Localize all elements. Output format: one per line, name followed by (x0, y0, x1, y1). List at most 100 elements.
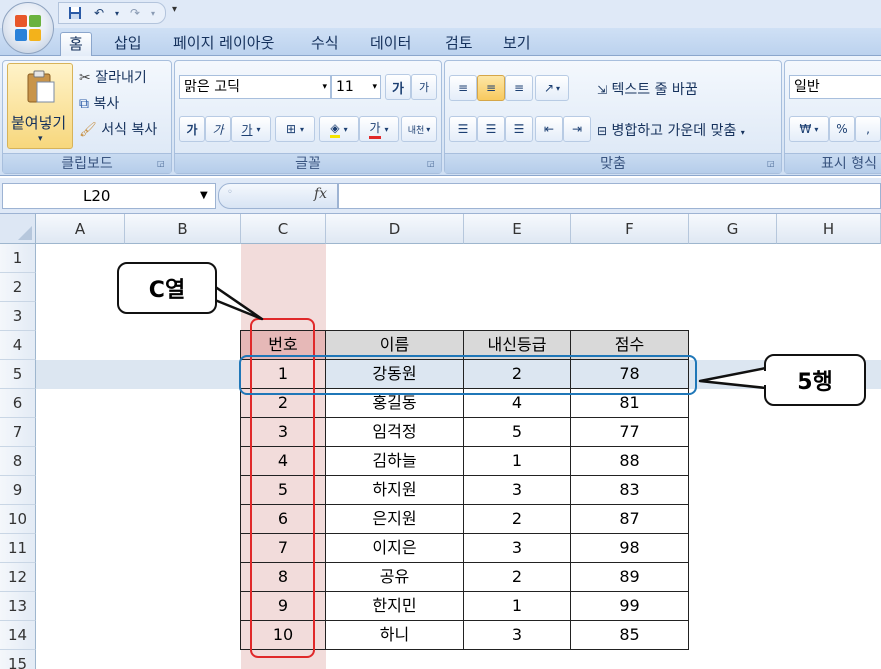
column-header-c[interactable]: C (241, 214, 326, 244)
undo-icon[interactable]: ↶ (89, 4, 109, 22)
redo-icon[interactable]: ↷ (125, 4, 145, 22)
grow-font-button[interactable]: 가 (385, 74, 411, 100)
table-cell-name[interactable]: 이지은 (326, 534, 464, 563)
align-left-button[interactable]: ☰ (449, 116, 477, 142)
tab-formulas[interactable]: 수식 (303, 32, 347, 56)
table-cell-score[interactable]: 85 (571, 621, 689, 650)
resize-handle-icon[interactable]: ◦ (227, 187, 233, 198)
format-painter-button[interactable]: 🖌 서식 복사 (79, 119, 157, 139)
row-header-10[interactable]: 10 (0, 505, 36, 534)
save-icon[interactable] (65, 4, 85, 22)
office-button[interactable] (2, 2, 54, 54)
italic-button[interactable]: 가 (205, 116, 231, 142)
font-color-button[interactable]: 가 ▾ (359, 116, 399, 142)
table-cell-grade[interactable]: 1 (464, 592, 571, 621)
tab-home[interactable]: 홈 (60, 32, 92, 56)
tab-data[interactable]: 데이터 (362, 32, 419, 56)
align-bottom-button[interactable]: ≡ (505, 75, 533, 101)
paste-button[interactable]: 붙여넣기 ▾ (7, 63, 73, 149)
insert-function-icon[interactable]: fx (314, 186, 327, 202)
column-header-b[interactable]: B (125, 214, 241, 244)
table-cell-score[interactable]: 87 (571, 505, 689, 534)
table-cell-grade[interactable]: 2 (464, 563, 571, 592)
dialog-launcher-icon[interactable]: ◲ (427, 159, 437, 169)
table-cell-score[interactable]: 98 (571, 534, 689, 563)
redo-dropdown-icon[interactable]: ▾ (149, 4, 157, 22)
fill-color-button[interactable]: ◈ ▾ (319, 116, 359, 142)
table-cell-score[interactable]: 88 (571, 447, 689, 476)
tab-insert[interactable]: 삽입 (106, 32, 150, 56)
phonetic-button[interactable]: 내천 ▾ (401, 116, 437, 142)
wrap-text-button[interactable]: ⇲ 텍스트 줄 바꿈 (597, 79, 698, 99)
row-header-4[interactable]: 4 (0, 331, 36, 360)
table-cell-grade[interactable]: 1 (464, 447, 571, 476)
table-cell-grade[interactable]: 3 (464, 621, 571, 650)
row-header-14[interactable]: 14 (0, 621, 36, 650)
row-header-9[interactable]: 9 (0, 476, 36, 505)
undo-dropdown-icon[interactable]: ▾ (113, 4, 121, 22)
row-header-8[interactable]: 8 (0, 447, 36, 476)
table-cell-name[interactable]: 공유 (326, 563, 464, 592)
column-header-f[interactable]: F (571, 214, 689, 244)
underline-button[interactable]: 가 ▾ (231, 116, 271, 142)
tab-view[interactable]: 보기 (495, 32, 539, 56)
merge-center-button[interactable]: ⊟ 병합하고 가운데 맞춤 ▾ (597, 120, 745, 140)
customize-qat-button[interactable]: ▾ (172, 4, 177, 15)
row-header-6[interactable]: 6 (0, 389, 36, 418)
shrink-font-button[interactable]: 가 (411, 74, 437, 100)
align-middle-button[interactable]: ≡ (477, 75, 505, 101)
borders-button[interactable]: ⊞ ▾ (275, 116, 315, 142)
table-cell-score[interactable]: 89 (571, 563, 689, 592)
row-header-7[interactable]: 7 (0, 418, 36, 447)
table-cell-score[interactable]: 83 (571, 476, 689, 505)
column-header-e[interactable]: E (464, 214, 571, 244)
align-top-button[interactable]: ≡ (449, 75, 477, 101)
font-name-box[interactable]: 맑은 고딕 ▾ (179, 75, 331, 99)
decrease-indent-button[interactable]: ⇤ (535, 116, 563, 142)
dialog-launcher-icon[interactable]: ◲ (767, 159, 777, 169)
align-right-button[interactable]: ☰ (505, 116, 533, 142)
comma-button[interactable]: , (855, 116, 881, 142)
table-cell-name[interactable]: 하니 (326, 621, 464, 650)
row-header-3[interactable]: 3 (0, 302, 36, 331)
table-cell-score[interactable]: 77 (571, 418, 689, 447)
row-header-11[interactable]: 11 (0, 534, 36, 563)
row-header-2[interactable]: 2 (0, 273, 36, 302)
increase-indent-button[interactable]: ⇥ (563, 116, 591, 142)
column-header-g[interactable]: G (689, 214, 777, 244)
table-cell-grade[interactable]: 3 (464, 476, 571, 505)
table-cell-name[interactable]: 김하늘 (326, 447, 464, 476)
copy-button[interactable]: ⧉ 복사 (79, 93, 119, 113)
row-header-1[interactable]: 1 (0, 244, 36, 273)
name-box[interactable]: L20 (2, 183, 216, 209)
table-cell-score[interactable]: 99 (571, 592, 689, 621)
table-cell-name[interactable]: 은지원 (326, 505, 464, 534)
formula-input[interactable] (338, 183, 881, 209)
currency-button[interactable]: ₩ ▾ (789, 116, 829, 142)
table-cell-grade[interactable]: 5 (464, 418, 571, 447)
table-cell-name[interactable]: 한지민 (326, 592, 464, 621)
column-header-d[interactable]: D (326, 214, 464, 244)
select-all-button[interactable] (0, 214, 36, 244)
row-header-12[interactable]: 12 (0, 563, 36, 592)
table-cell-name[interactable]: 임걱정 (326, 418, 464, 447)
align-center-button[interactable]: ☰ (477, 116, 505, 142)
tab-review[interactable]: 검토 (437, 32, 481, 56)
percent-button[interactable]: % (829, 116, 855, 142)
cut-button[interactable]: ✂ 잘라내기 (79, 67, 147, 87)
column-header-h[interactable]: H (777, 214, 881, 244)
row-header-5[interactable]: 5 (0, 360, 36, 389)
tab-page-layout[interactable]: 페이지 레이아웃 (165, 32, 282, 56)
row-header-13[interactable]: 13 (0, 592, 36, 621)
dialog-launcher-icon[interactable]: ◲ (157, 159, 167, 169)
table-cell-name[interactable]: 하지원 (326, 476, 464, 505)
row-header-15[interactable]: 15 (0, 650, 36, 669)
font-size-box[interactable]: 11 ▾ (331, 75, 381, 99)
bold-button[interactable]: 가 (179, 116, 205, 142)
orientation-button[interactable]: ↗ ▾ (535, 75, 569, 101)
column-header-a[interactable]: A (36, 214, 125, 244)
table-cell-grade[interactable]: 2 (464, 505, 571, 534)
table-cell-grade[interactable]: 3 (464, 534, 571, 563)
number-format-box[interactable]: 일반 (789, 75, 881, 99)
chevron-down-icon[interactable]: ▼ (200, 190, 208, 201)
